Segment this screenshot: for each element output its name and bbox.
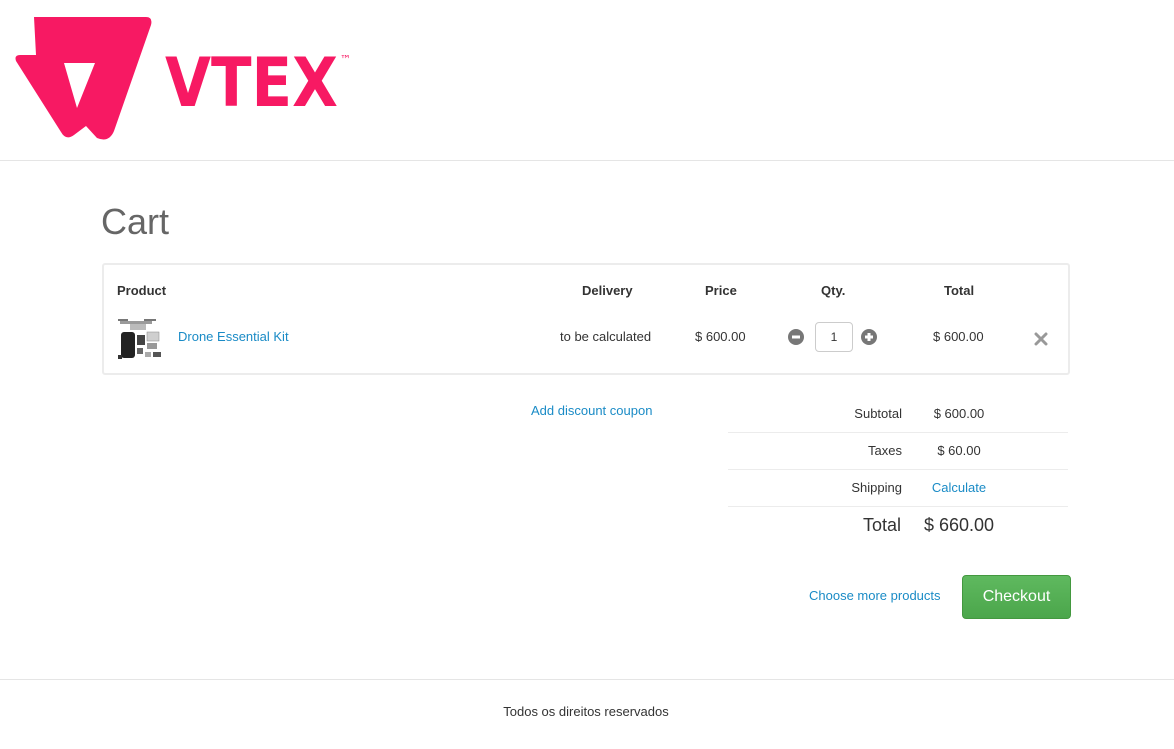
price-value: $ 600.00 (695, 329, 746, 344)
increase-quantity-button[interactable] (861, 329, 877, 345)
total-value: $ 660.00 (924, 515, 995, 535)
taxes-label: Taxes (868, 443, 902, 458)
header-qty: Qty. (821, 283, 846, 298)
add-discount-coupon-link[interactable]: Add discount coupon (531, 403, 652, 419)
header-delivery: Delivery (582, 283, 633, 298)
summary-taxes-row: Taxes $ 60.00 (728, 433, 1068, 470)
checkout-button[interactable]: Checkout (962, 575, 1071, 619)
header: VTEX ™ (0, 0, 1174, 161)
vtex-logo-mark: VTEX ™ (15, 17, 351, 140)
shipping-label: Shipping (851, 480, 902, 495)
item-total-value: $ 600.00 (933, 329, 984, 344)
product-name-link[interactable]: Drone Essential Kit (178, 329, 289, 345)
total-label: Total (862, 515, 901, 535)
decrease-quantity-button[interactable] (788, 329, 804, 345)
subtotal-value: $ 600.00 (933, 406, 985, 421)
minus-circle-icon (788, 329, 804, 345)
calculate-shipping-link[interactable]: Calculate (922, 480, 996, 496)
footer: Todos os direitos reservados (0, 679, 1174, 749)
plus-circle-icon (861, 329, 877, 345)
choose-more-products-link[interactable]: Choose more products (809, 588, 941, 604)
vtex-logo-text: VTEX (165, 44, 338, 123)
taxes-value: $ 60.00 (937, 443, 981, 458)
summary-subtotal-row: Subtotal $ 600.00 (728, 396, 1068, 433)
close-icon (1034, 332, 1048, 346)
drone-kit-image (118, 319, 161, 359)
header-total: Total (944, 283, 975, 298)
vtex-logo[interactable]: VTEX ™ (14, 15, 359, 143)
header-price: Price (705, 283, 737, 298)
subtotal-label: Subtotal (854, 406, 902, 421)
page-title: Cart (101, 201, 170, 242)
summary-shipping-row: Shipping Calculate (728, 470, 1068, 507)
trademark-symbol: ™ (340, 53, 351, 66)
remove-item-button[interactable] (1034, 332, 1048, 346)
delivery-value: to be calculated (560, 329, 652, 344)
quantity-input[interactable] (815, 322, 853, 352)
product-image[interactable] (116, 315, 164, 361)
cart-table: Product Delivery Price Qty. Total Drone … (102, 263, 1070, 375)
footer-copyright: Todos os direitos reservados (503, 704, 669, 719)
header-product: Product (117, 283, 167, 298)
